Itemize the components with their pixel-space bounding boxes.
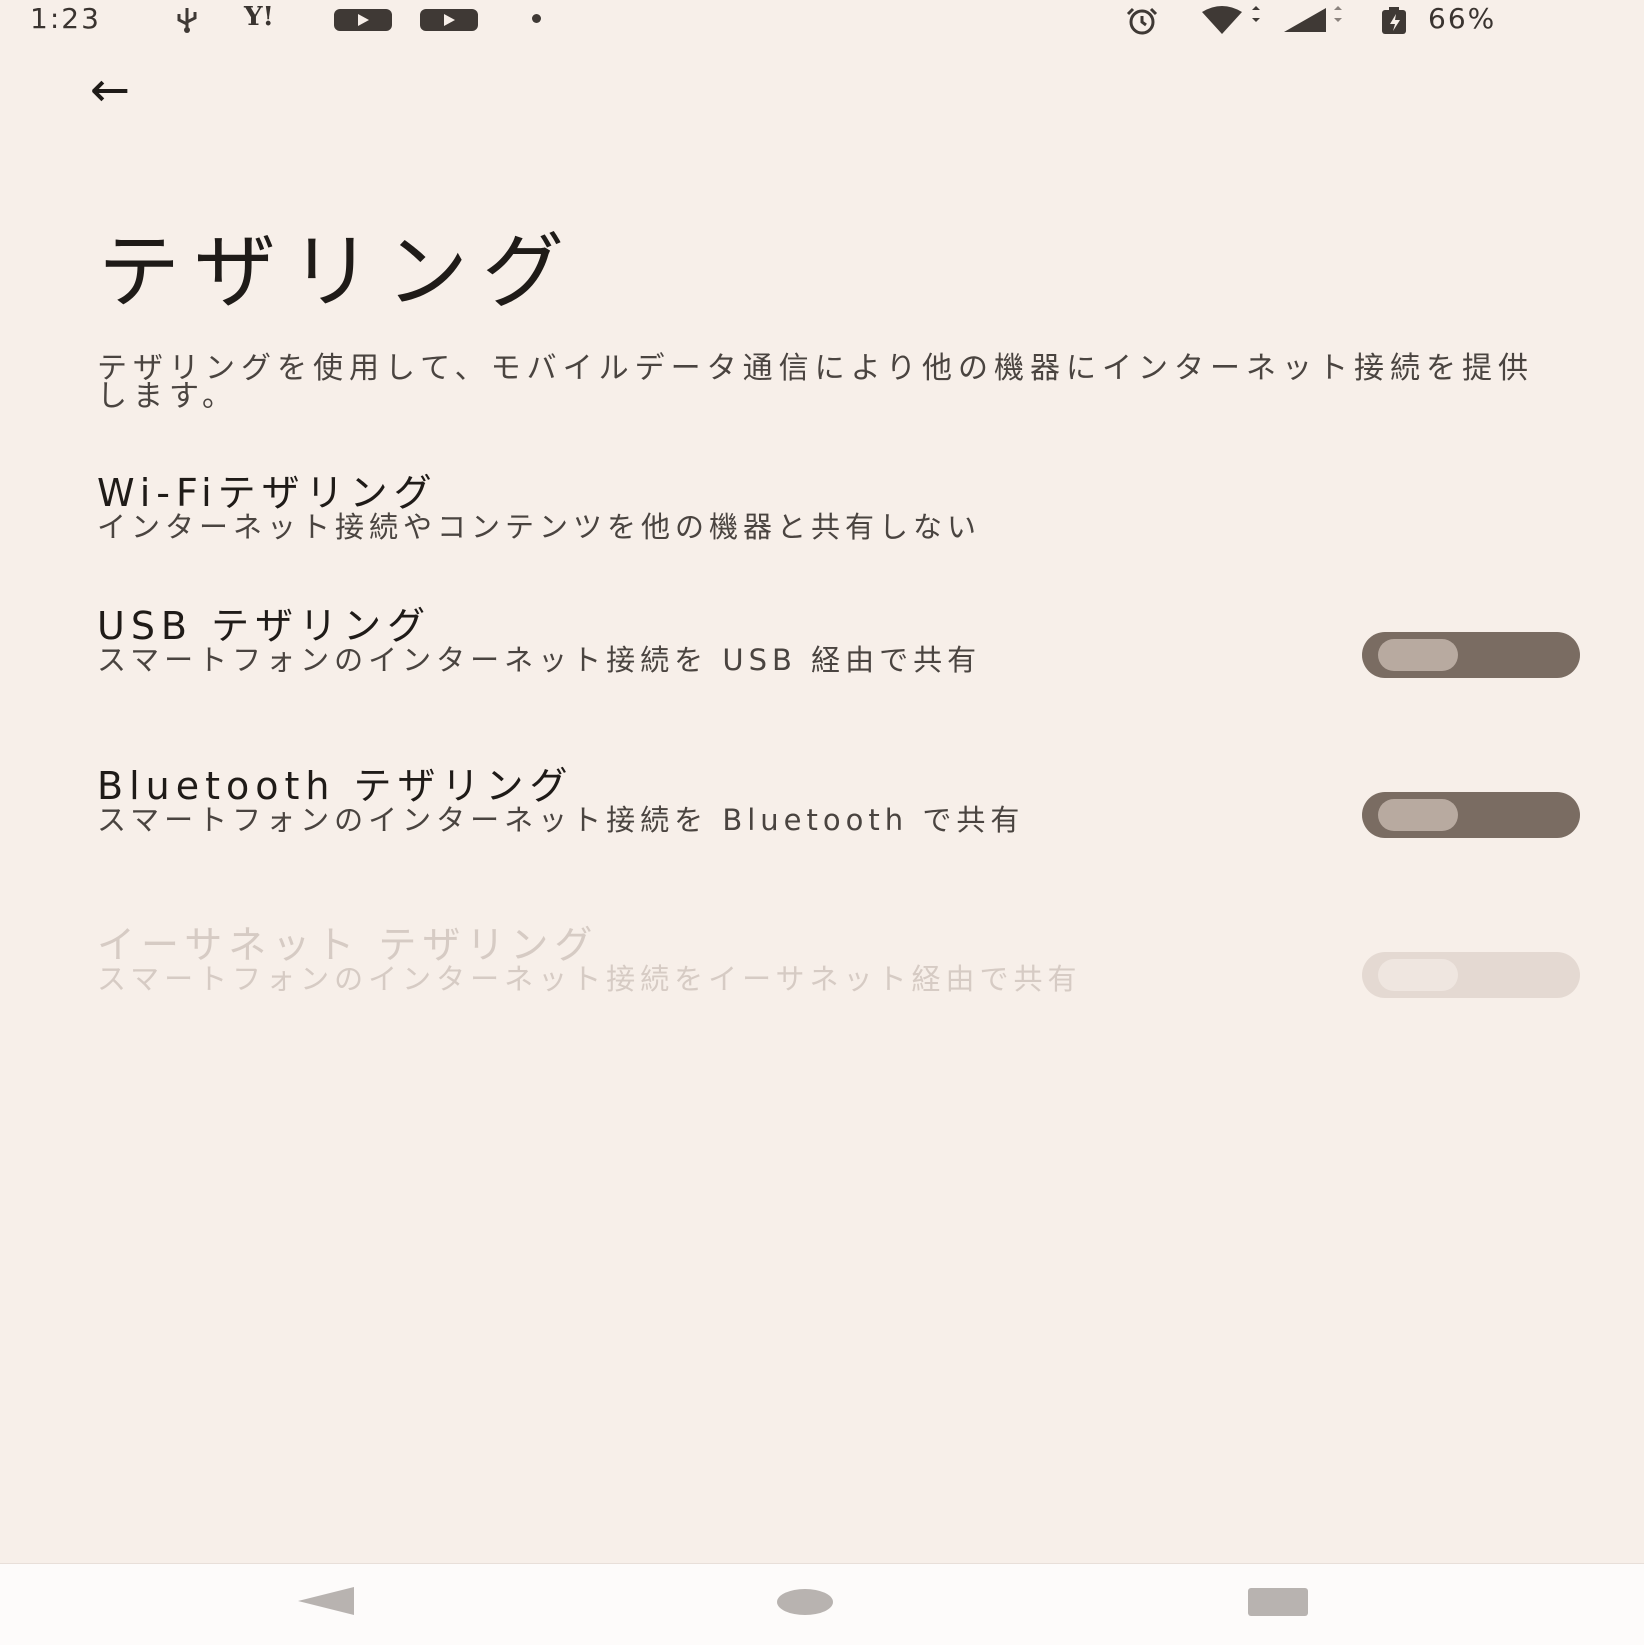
- wifi-tethering-item[interactable]: Wi-Fiテザリング インターネット接続やコンテンツを他の機器と共有しない: [97, 471, 1557, 544]
- status-bar: 1:23 Y! 66%: [0, 0, 1644, 40]
- status-time: 1:23: [30, 2, 101, 35]
- nav-back-icon[interactable]: [298, 1587, 354, 1615]
- battery-percent: 66%: [1428, 2, 1497, 35]
- usb-tethering-toggle[interactable]: [1362, 632, 1580, 678]
- ethernet-tethering-subtitle: スマートフォンのインターネット接続をイーサネット経由で共有: [97, 962, 1082, 996]
- bluetooth-tethering-title: Bluetooth テザリング: [97, 764, 574, 808]
- wifi-tethering-subtitle: インターネット接続やコンテンツを他の機器と共有しない: [97, 510, 982, 544]
- ethernet-tethering-item: イーサネット テザリング スマートフォンのインターネット接続をイーサネット経由で…: [97, 923, 1557, 996]
- youtube-icon: [420, 9, 478, 31]
- page-description: テザリングを使用して、モバイルデータ通信により他の機器にインターネット接続を提供…: [97, 351, 1534, 414]
- battery-icon: [1378, 6, 1412, 43]
- toggle-knob: [1378, 959, 1458, 991]
- ethernet-tethering-toggle: [1362, 952, 1580, 998]
- dot-icon: [532, 14, 541, 23]
- yahoo-icon: Y!: [244, 2, 274, 32]
- wifi-tethering-title: Wi-Fiテザリング: [97, 471, 438, 515]
- bluetooth-tethering-toggle[interactable]: [1362, 792, 1580, 838]
- nav-home-icon[interactable]: [777, 1589, 833, 1615]
- back-arrow-icon: ←: [89, 62, 131, 118]
- usb-icon: [170, 6, 204, 41]
- toggle-knob: [1378, 639, 1458, 671]
- wifi-icon: [1198, 6, 1270, 43]
- bluetooth-tethering-subtitle: スマートフォンのインターネット接続を Bluetooth で共有: [97, 803, 1025, 837]
- alarm-icon: [1118, 6, 1166, 43]
- navigation-bar: [0, 1563, 1644, 1645]
- usb-tethering-item[interactable]: USB テザリング スマートフォンのインターネット接続を USB 経由で共有: [97, 604, 1557, 677]
- page-title: テザリング: [98, 225, 579, 320]
- usb-tethering-title: USB テザリング: [97, 604, 432, 648]
- youtube-icon: [334, 9, 392, 31]
- toggle-knob: [1378, 799, 1458, 831]
- signal-icon: [1282, 6, 1348, 43]
- ethernet-tethering-title: イーサネット テザリング: [97, 923, 599, 967]
- usb-tethering-subtitle: スマートフォンのインターネット接続を USB 経由で共有: [97, 643, 982, 677]
- bluetooth-tethering-item[interactable]: Bluetooth テザリング スマートフォンのインターネット接続を Bluet…: [97, 764, 1557, 837]
- nav-recents-icon[interactable]: [1248, 1588, 1308, 1616]
- back-button[interactable]: ←: [70, 60, 150, 120]
